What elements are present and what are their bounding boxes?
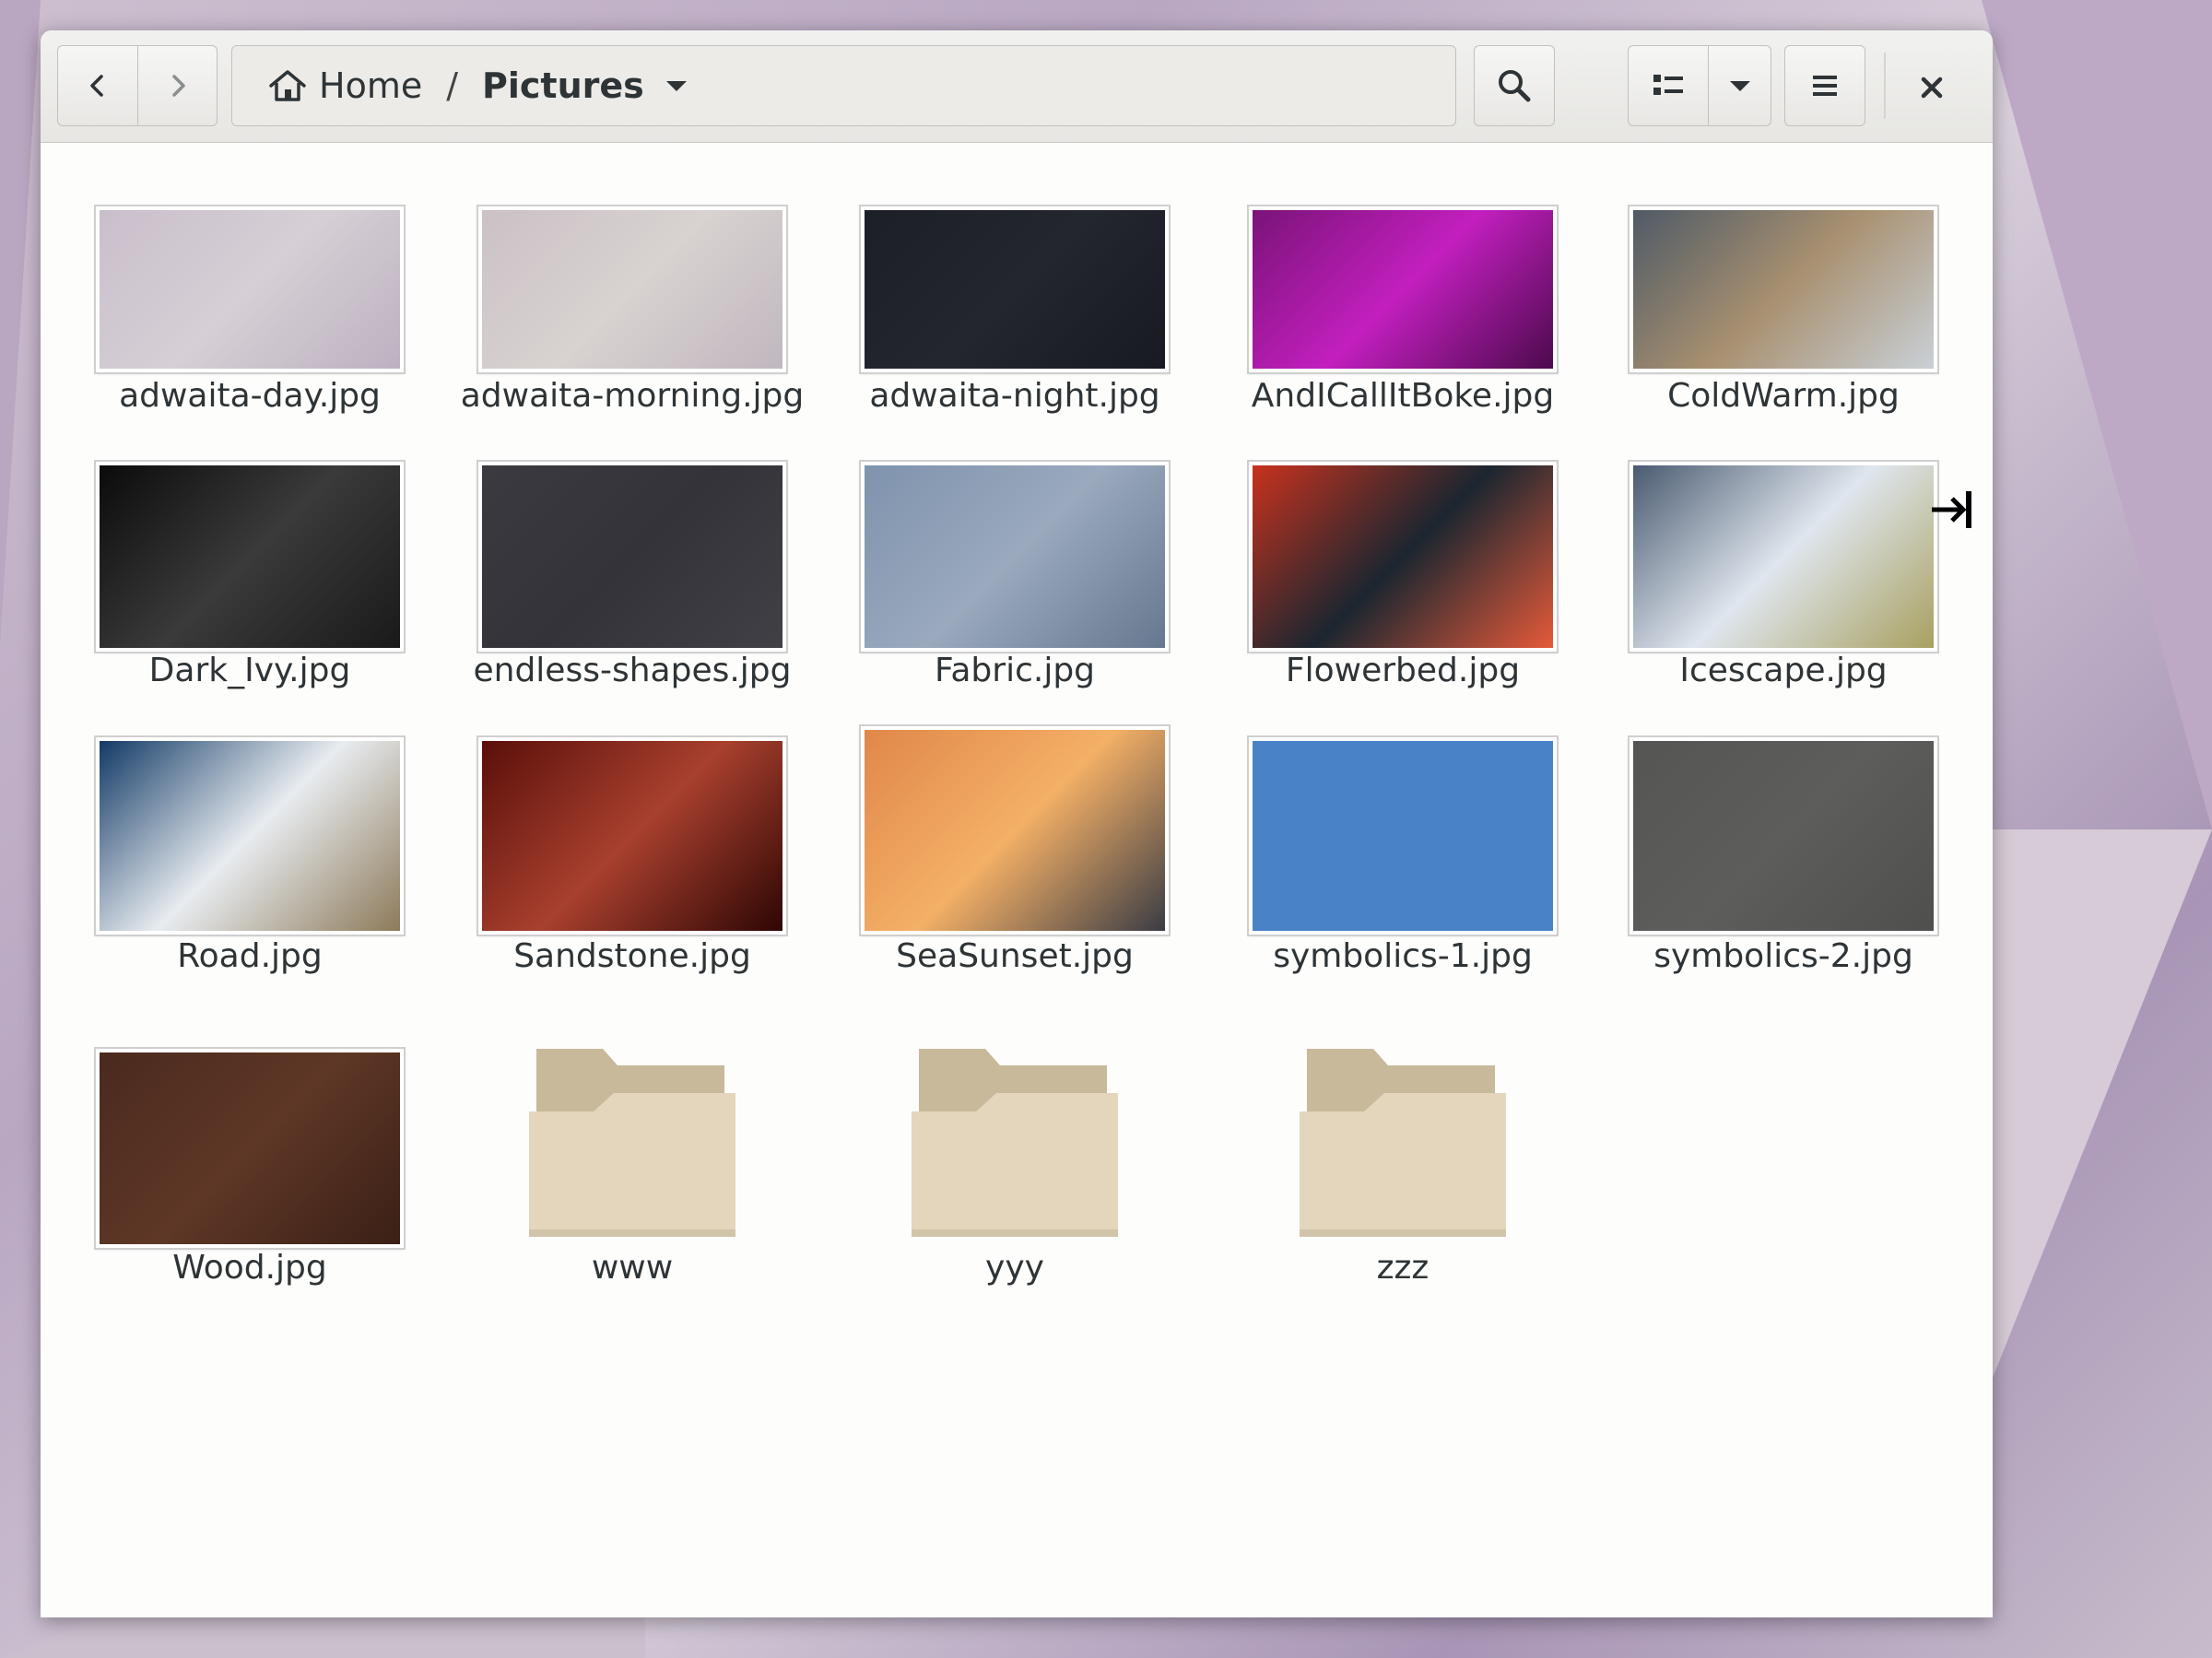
image-thumbnail <box>94 735 406 936</box>
item-label: ColdWarm.jpg <box>1667 377 1900 415</box>
search-icon <box>1499 70 1531 102</box>
folder-icon <box>1300 1049 1506 1237</box>
home-icon <box>269 70 306 101</box>
image-thumbnail <box>1247 205 1559 374</box>
item-label: adwaita-day.jpg <box>119 377 381 415</box>
item-label: endless-shapes.jpg <box>473 652 792 689</box>
file-item[interactable]: Wood.jpg <box>56 143 443 1287</box>
chevron-right-icon <box>171 75 185 97</box>
image-thumbnail <box>1628 205 1939 374</box>
chevron-left-icon <box>90 75 103 97</box>
image-thumbnail <box>94 460 406 653</box>
item-label: Icescape.jpg <box>1679 652 1888 689</box>
image-thumbnail <box>1628 735 1939 936</box>
image-thumbnail <box>1628 460 1939 653</box>
breadcrumb-home[interactable]: Home <box>267 65 422 106</box>
image-thumbnail <box>94 205 406 374</box>
image-thumbnail <box>859 724 1171 936</box>
list-view-icon <box>1653 75 1683 95</box>
search-button[interactable] <box>1474 45 1555 126</box>
image-thumbnail <box>477 460 788 653</box>
chevron-down-icon <box>665 81 687 91</box>
folder-icon <box>529 1049 735 1237</box>
navigation-buttons <box>57 45 218 126</box>
breadcrumb-current-label: Pictures <box>482 65 644 106</box>
item-label: Flowerbed.jpg <box>1285 652 1521 689</box>
view-buttons <box>1628 45 1771 126</box>
forward-button[interactable] <box>138 45 218 126</box>
image-thumbnail <box>1247 735 1559 936</box>
item-label: SeaSunset.jpg <box>896 937 1134 975</box>
path-bar: Home / Pictures <box>231 45 1456 126</box>
folder-item[interactable]: yyy <box>821 143 1208 1287</box>
view-options-button[interactable] <box>1709 45 1771 126</box>
hamburger-menu-icon <box>1813 76 1837 96</box>
breadcrumb-home-label: Home <box>319 65 423 106</box>
image-thumbnail <box>94 1047 406 1250</box>
breadcrumb-current[interactable]: Pictures <box>482 65 690 106</box>
item-label: Sandstone.jpg <box>513 937 751 975</box>
headerbar: Home / Pictures <box>41 30 1993 143</box>
item-label: adwaita-night.jpg <box>869 377 1160 415</box>
item-label: symbolics-1.jpg <box>1273 937 1533 975</box>
item-label: Road.jpg <box>177 937 323 975</box>
file-item[interactable]: symbolics-2.jpg <box>1590 143 1977 975</box>
image-thumbnail <box>477 205 788 374</box>
image-thumbnail <box>859 460 1171 653</box>
item-label: Fabric.jpg <box>934 652 1096 689</box>
close-button[interactable] <box>1910 65 1954 110</box>
back-button[interactable] <box>57 45 138 126</box>
chevron-down-icon <box>1729 81 1750 91</box>
folder-icon <box>912 1049 1118 1237</box>
image-thumbnail <box>1247 460 1559 653</box>
headerbar-separator <box>1884 53 1886 119</box>
item-label: adwaita-morning.jpg <box>460 377 805 415</box>
item-label: symbolics-2.jpg <box>1653 937 1913 975</box>
view-mode-button[interactable] <box>1628 45 1709 126</box>
breadcrumb-separator: / <box>446 65 459 106</box>
item-label: www <box>591 1249 674 1287</box>
folder-item[interactable]: zzz <box>1209 143 1596 1287</box>
close-icon <box>1921 76 1943 99</box>
item-label: AndICallItBoke.jpg <box>1251 377 1555 415</box>
file-chooser-window: Home / Pictures adwaita-day.jpg adwaita-… <box>41 30 1993 1617</box>
item-label: zzz <box>1376 1249 1430 1287</box>
resize-right-cursor-icon <box>1930 488 1976 535</box>
image-thumbnail <box>859 205 1171 374</box>
item-label: Wood.jpg <box>172 1249 327 1287</box>
icon-view: adwaita-day.jpg adwaita-morning.jpg adwait… <box>41 143 1993 1617</box>
folder-item[interactable]: www <box>439 143 826 1287</box>
menu-button[interactable] <box>1784 45 1865 126</box>
item-label: Dark_Ivy.jpg <box>148 652 351 689</box>
item-label: yyy <box>985 1249 1044 1287</box>
image-thumbnail <box>477 735 788 936</box>
